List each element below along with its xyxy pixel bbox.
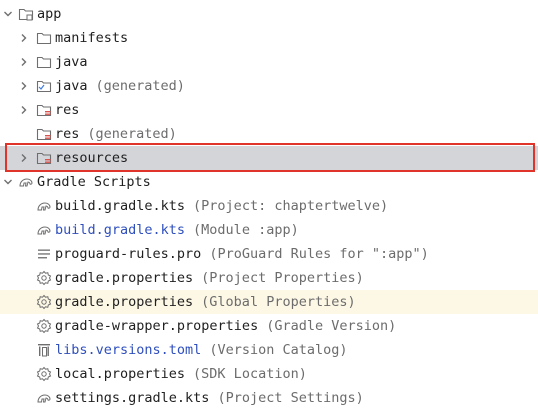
tree-node-resources[interactable]: resources	[0, 146, 538, 170]
tree-node-file[interactable]: gradle-wrapper.properties (Gradle Versio…	[0, 314, 538, 338]
tree-node-label: app	[37, 6, 62, 22]
resource-folder-icon	[36, 150, 52, 166]
tree-node-hint: (Version Catalog)	[209, 342, 348, 358]
tree-node-hint: (Project Properties)	[201, 270, 364, 286]
project-tree: app manifests java java (generated) res …	[0, 2, 538, 410]
tree-node-app[interactable]: app	[0, 2, 538, 26]
chevron-right-icon[interactable]	[18, 104, 30, 116]
gradle-file-icon	[36, 390, 52, 406]
tree-node-res-generated[interactable]: res (generated)	[0, 122, 538, 146]
tree-node-label: Gradle Scripts	[37, 174, 151, 190]
gear-icon	[36, 366, 52, 382]
tree-node-hint: (Module :app)	[193, 222, 299, 238]
tree-node-file[interactable]: proguard-rules.pro (ProGuard Rules for "…	[0, 242, 538, 266]
resource-folder-icon	[36, 102, 52, 118]
tree-node-label: manifests	[55, 30, 129, 46]
gear-icon	[36, 318, 52, 334]
tree-node-hint: (generated)	[95, 78, 185, 94]
tree-node-file[interactable]: gradle.properties (Project Properties)	[0, 266, 538, 290]
chevron-right-icon[interactable]	[18, 32, 30, 44]
tree-node-file[interactable]: settings.gradle.kts (Project Settings)	[0, 386, 538, 410]
tree-node-res[interactable]: res	[0, 98, 538, 122]
generated-source-folder-icon	[36, 78, 52, 94]
folder-icon	[36, 54, 52, 70]
tree-node-label: local.properties	[55, 366, 186, 382]
tree-node-file[interactable]: gradle.properties (Global Properties)	[0, 290, 538, 314]
tree-node-label: settings.gradle.kts	[55, 390, 210, 406]
tree-node-label: gradle.properties	[55, 270, 194, 286]
chevron-right-icon[interactable]	[18, 152, 30, 164]
toml-file-icon	[36, 342, 52, 358]
tree-node-hint: (generated)	[87, 126, 177, 142]
tree-node-hint: (ProGuard Rules for ":app")	[209, 246, 429, 262]
module-folder-icon	[18, 6, 34, 22]
tree-node-hint: (Gradle Version)	[266, 318, 397, 334]
tree-node-hint: (Global Properties)	[201, 294, 356, 310]
tree-node-file[interactable]: build.gradle.kts (Module :app)	[0, 218, 538, 242]
gradle-elephant-icon	[18, 174, 34, 190]
tree-node-label: gradle-wrapper.properties	[55, 318, 259, 334]
tree-node-manifests[interactable]: manifests	[0, 26, 538, 50]
tree-node-label: build.gradle.kts	[55, 222, 186, 238]
chevron-down-icon[interactable]	[2, 8, 14, 20]
tree-node-file[interactable]: libs.versions.toml (Version Catalog)	[0, 338, 538, 362]
tree-node-label: gradle.properties	[55, 294, 194, 310]
tree-node-label: libs.versions.toml	[55, 342, 202, 358]
tree-node-label: java	[55, 54, 88, 70]
tree-node-hint: (Project Settings)	[217, 390, 364, 406]
chevron-right-icon[interactable]	[18, 56, 30, 68]
tree-node-label: resources	[55, 150, 129, 166]
folder-icon	[36, 30, 52, 46]
gear-icon	[36, 294, 52, 310]
gear-icon	[36, 270, 52, 286]
tree-node-label: java	[55, 78, 88, 94]
tree-node-hint: (Project: chaptertwelve)	[193, 198, 389, 214]
tree-node-gradle-scripts[interactable]: Gradle Scripts	[0, 170, 538, 194]
tree-node-java-generated[interactable]: java (generated)	[0, 74, 538, 98]
tree-node-label: res	[55, 102, 80, 118]
chevron-right-icon[interactable]	[18, 80, 30, 92]
tree-node-label: proguard-rules.pro	[55, 246, 202, 262]
gradle-file-icon	[36, 222, 52, 238]
resource-folder-icon	[36, 126, 52, 142]
tree-node-file[interactable]: local.properties (SDK Location)	[0, 362, 538, 386]
chevron-down-icon[interactable]	[2, 176, 14, 188]
tree-node-file[interactable]: build.gradle.kts (Project: chaptertwelve…	[0, 194, 538, 218]
gradle-file-icon	[36, 198, 52, 214]
tree-node-label: res	[55, 126, 80, 142]
tree-node-label: build.gradle.kts	[55, 198, 186, 214]
tree-node-java[interactable]: java	[0, 50, 538, 74]
tree-node-hint: (SDK Location)	[193, 366, 307, 382]
text-file-icon	[36, 246, 52, 262]
